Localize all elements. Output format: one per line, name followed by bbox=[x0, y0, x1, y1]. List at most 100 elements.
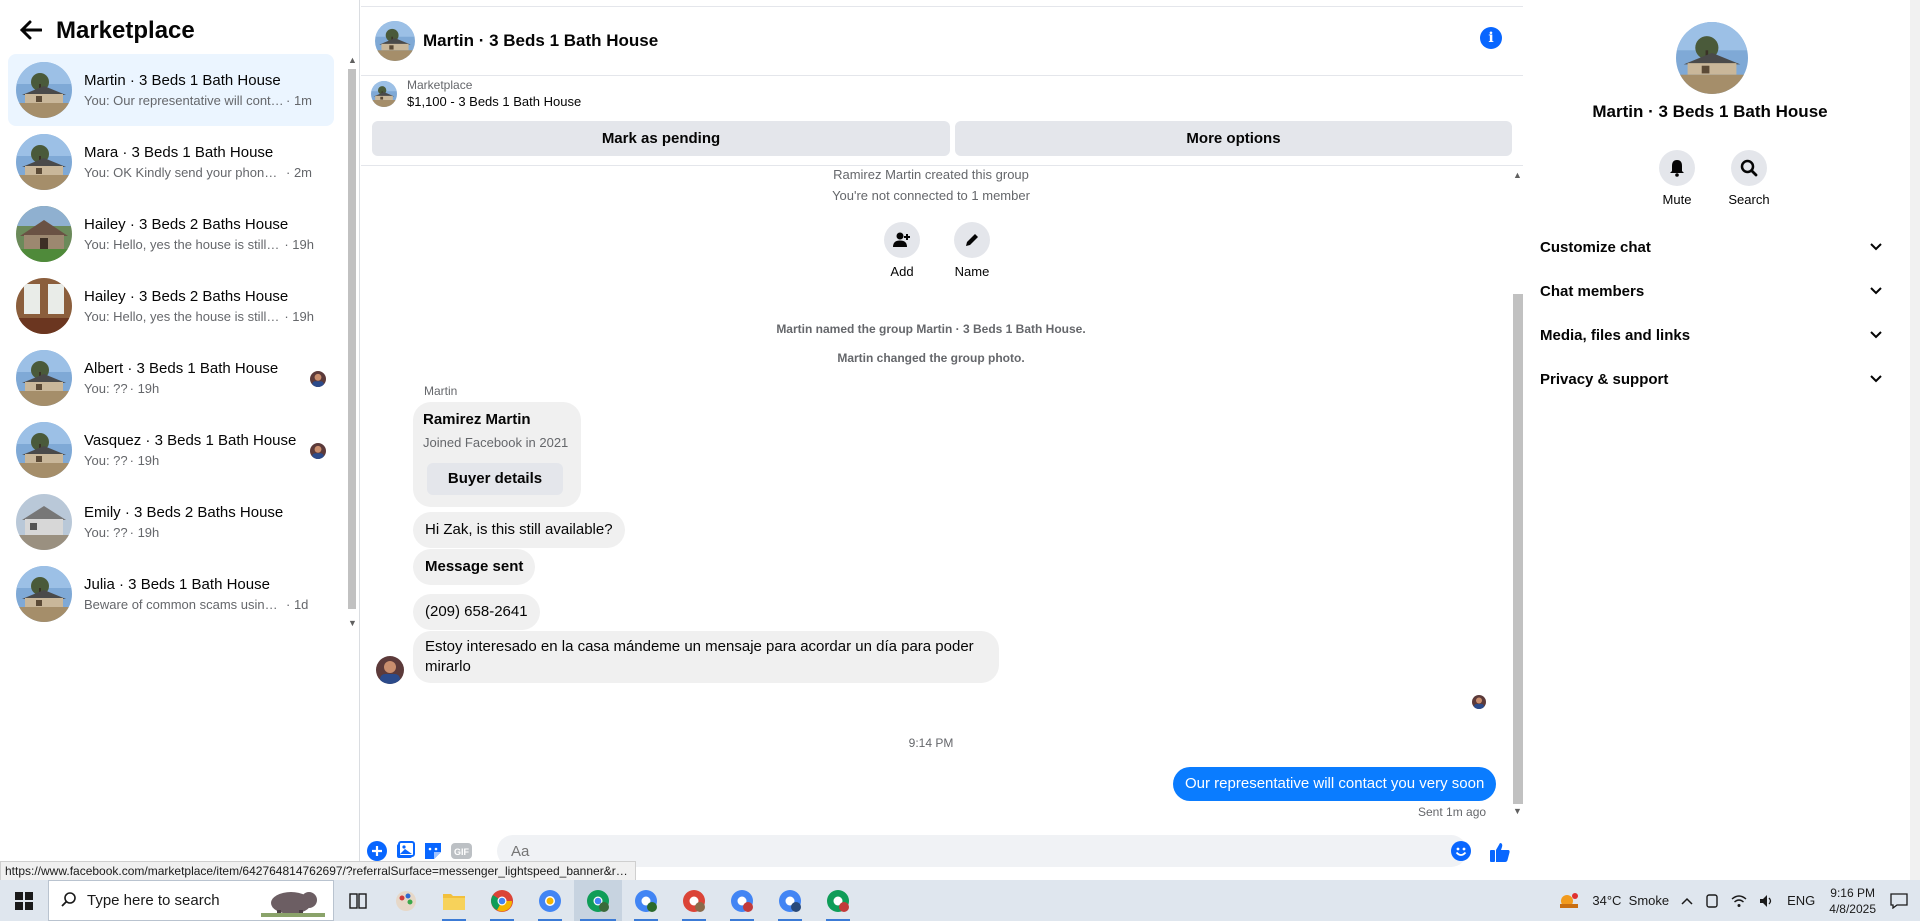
chrome-profile-icon[interactable] bbox=[526, 880, 574, 921]
message-input[interactable] bbox=[497, 835, 1467, 867]
marketplace-banner[interactable]: Marketplace $1,100 - 3 Beds 1 Bath House bbox=[371, 78, 581, 109]
chrome-profile-icon[interactable] bbox=[718, 880, 766, 921]
thread-scroll-thumb[interactable] bbox=[1513, 294, 1523, 804]
mark-as-pending-button[interactable]: Mark as pending bbox=[372, 121, 950, 156]
mute-label: Mute bbox=[1662, 192, 1692, 207]
device-icon[interactable] bbox=[1705, 893, 1719, 908]
add-member-button[interactable]: Add bbox=[877, 222, 927, 279]
conversation-time: · 19h bbox=[284, 237, 314, 252]
gif-label: GIF bbox=[454, 847, 470, 857]
mute-button[interactable]: Mute bbox=[1652, 150, 1702, 207]
sticker-icon[interactable] bbox=[423, 841, 443, 861]
chevron-down-icon bbox=[1870, 372, 1882, 386]
conversation-time: · 19h bbox=[284, 309, 314, 324]
page-scrollbar[interactable] bbox=[1910, 0, 1920, 880]
wifi-icon[interactable] bbox=[1731, 894, 1747, 908]
info-icon[interactable]: i bbox=[1480, 27, 1502, 49]
scroll-up-icon[interactable]: ▲ bbox=[348, 55, 357, 65]
privacy-support-section[interactable]: Privacy & support bbox=[1538, 361, 1888, 397]
weather-text[interactable]: 34°C Smoke bbox=[1592, 893, 1669, 908]
notification-icon[interactable] bbox=[1890, 892, 1908, 909]
message-thread: Ramirez Martin created this group You're… bbox=[361, 166, 1511, 822]
sidebar-scrollbar[interactable]: ▲ ▼ bbox=[347, 55, 357, 630]
gif-icon[interactable]: GIF bbox=[451, 841, 472, 861]
conversation-item[interactable]: Hailey · 3 Beds 2 Baths House You: Hello… bbox=[8, 270, 334, 342]
conversation-time: · 19h bbox=[129, 525, 160, 540]
search-placeholder: Type here to search bbox=[87, 892, 220, 909]
photo-icon[interactable] bbox=[395, 841, 415, 861]
customize-chat-section[interactable]: Customize chat bbox=[1538, 229, 1888, 265]
conversation-name: Hailey · 3 Beds 2 Baths House bbox=[84, 216, 289, 233]
chat-title[interactable]: Martin · 3 Beds 1 Bath House bbox=[423, 31, 658, 51]
listing-avatar bbox=[16, 134, 72, 190]
task-view-icon[interactable] bbox=[334, 880, 382, 921]
system-message: You're not connected to 1 member bbox=[832, 188, 1030, 203]
scroll-down-icon[interactable]: ▼ bbox=[348, 618, 357, 628]
conversation-name: Martin · 3 Beds 1 Bath House bbox=[84, 72, 281, 89]
listing-avatar bbox=[16, 494, 72, 550]
scroll-up-icon[interactable]: ▲ bbox=[1513, 170, 1522, 180]
listing-avatar bbox=[16, 278, 72, 334]
conversation-item[interactable]: Mara · 3 Beds 1 Bath House You: OK Kindl… bbox=[8, 126, 334, 198]
conversation-item[interactable]: Emily · 3 Beds 2 Baths House You: ?? · 19… bbox=[8, 486, 334, 558]
taskbar-search-box[interactable]: Type here to search bbox=[48, 880, 334, 921]
system-message: Martin changed the group photo. bbox=[837, 351, 1025, 365]
emoji-icon[interactable] bbox=[1451, 841, 1471, 861]
plus-icon[interactable] bbox=[367, 841, 387, 861]
conversation-name: Vasquez · 3 Beds 1 Bath House bbox=[84, 432, 297, 449]
add-person-icon bbox=[884, 222, 920, 258]
conversation-preview: You: OK Kindly send your phone if... bbox=[84, 165, 284, 180]
volume-icon[interactable] bbox=[1759, 894, 1775, 908]
seen-receipt-avatar bbox=[1472, 695, 1486, 709]
chrome-profile-icon[interactable] bbox=[670, 880, 718, 921]
chat-details-avatar[interactable] bbox=[1676, 22, 1748, 94]
search-highlight-illustration-icon bbox=[261, 885, 325, 917]
sender-avatar[interactable] bbox=[376, 656, 404, 684]
conversation-preview: You: ?? bbox=[84, 453, 128, 468]
more-options-button[interactable]: More options bbox=[955, 121, 1512, 156]
conversation-name: Mara · 3 Beds 1 Bath House bbox=[84, 144, 274, 161]
chrome-profile-icon[interactable] bbox=[622, 880, 670, 921]
language-indicator[interactable]: ENG bbox=[1787, 893, 1815, 908]
conversation-item[interactable]: Albert · 3 Beds 1 Bath House You: ?? · 19… bbox=[8, 342, 334, 414]
conversation-time: · 1d bbox=[286, 597, 309, 612]
sidebar-header: Marketplace bbox=[0, 0, 359, 62]
weather-icon[interactable] bbox=[1558, 892, 1580, 910]
listing-price: $1,100 - 3 Beds 1 Bath House bbox=[407, 94, 582, 109]
chat-avatar[interactable] bbox=[375, 21, 415, 61]
conversation-preview: You: Hello, yes the house is still av... bbox=[84, 309, 283, 324]
conversation-item[interactable]: Hailey · 3 Beds 2 Baths House You: Hello… bbox=[8, 198, 334, 270]
media-files-links-section[interactable]: Media, files and links bbox=[1538, 317, 1888, 353]
section-label: Chat members bbox=[1540, 282, 1645, 300]
name-group-button[interactable]: Name bbox=[947, 222, 997, 279]
conversation-item[interactable]: Martin · 3 Beds 1 Bath House You: Our re… bbox=[8, 54, 334, 126]
conversation-time: · 19h bbox=[129, 453, 160, 468]
buyer-details-button[interactable]: Buyer details bbox=[427, 463, 563, 495]
chrome-profile-icon[interactable] bbox=[766, 880, 814, 921]
thumbs-up-icon[interactable] bbox=[1489, 841, 1510, 862]
back-arrow-icon[interactable] bbox=[19, 16, 50, 47]
chrome-profile-icon[interactable] bbox=[814, 880, 862, 921]
chevron-up-icon[interactable] bbox=[1681, 897, 1693, 905]
conversation-item[interactable]: Vasquez · 3 Beds 1 Bath House You: ?? · 1… bbox=[8, 414, 334, 486]
timestamp-separator: 9:14 PM bbox=[908, 736, 954, 750]
name-label: Name bbox=[954, 264, 990, 279]
windows-start-icon[interactable] bbox=[0, 880, 48, 921]
sidebar-scroll-thumb[interactable] bbox=[348, 69, 356, 609]
chrome-profile-icon[interactable] bbox=[478, 880, 526, 921]
scroll-down-icon[interactable]: ▼ bbox=[1513, 806, 1522, 816]
search-button[interactable]: Search bbox=[1724, 150, 1774, 207]
file-explorer-icon[interactable] bbox=[430, 880, 478, 921]
thread-scrollbar[interactable]: ▲ ▼ bbox=[1511, 170, 1523, 820]
clock-date: 4/8/2025 bbox=[1829, 901, 1876, 916]
chrome-profile-icon-active[interactable] bbox=[574, 880, 622, 921]
conversation-item[interactable]: Julia · 3 Beds 1 Bath House Beware of co… bbox=[8, 558, 334, 630]
search-icon bbox=[1731, 150, 1767, 186]
app-icon-paint[interactable] bbox=[382, 880, 430, 921]
chat-members-section[interactable]: Chat members bbox=[1538, 273, 1888, 309]
clock[interactable]: 9:16 PM 4/8/2025 bbox=[1829, 885, 1876, 917]
conversation-preview: You: Hello, yes the house is still av... bbox=[84, 237, 283, 252]
chevron-down-icon bbox=[1870, 284, 1882, 298]
incoming-message: Estoy interesado en la casa mándeme un m… bbox=[413, 631, 999, 683]
sender-name: Martin bbox=[424, 384, 458, 398]
